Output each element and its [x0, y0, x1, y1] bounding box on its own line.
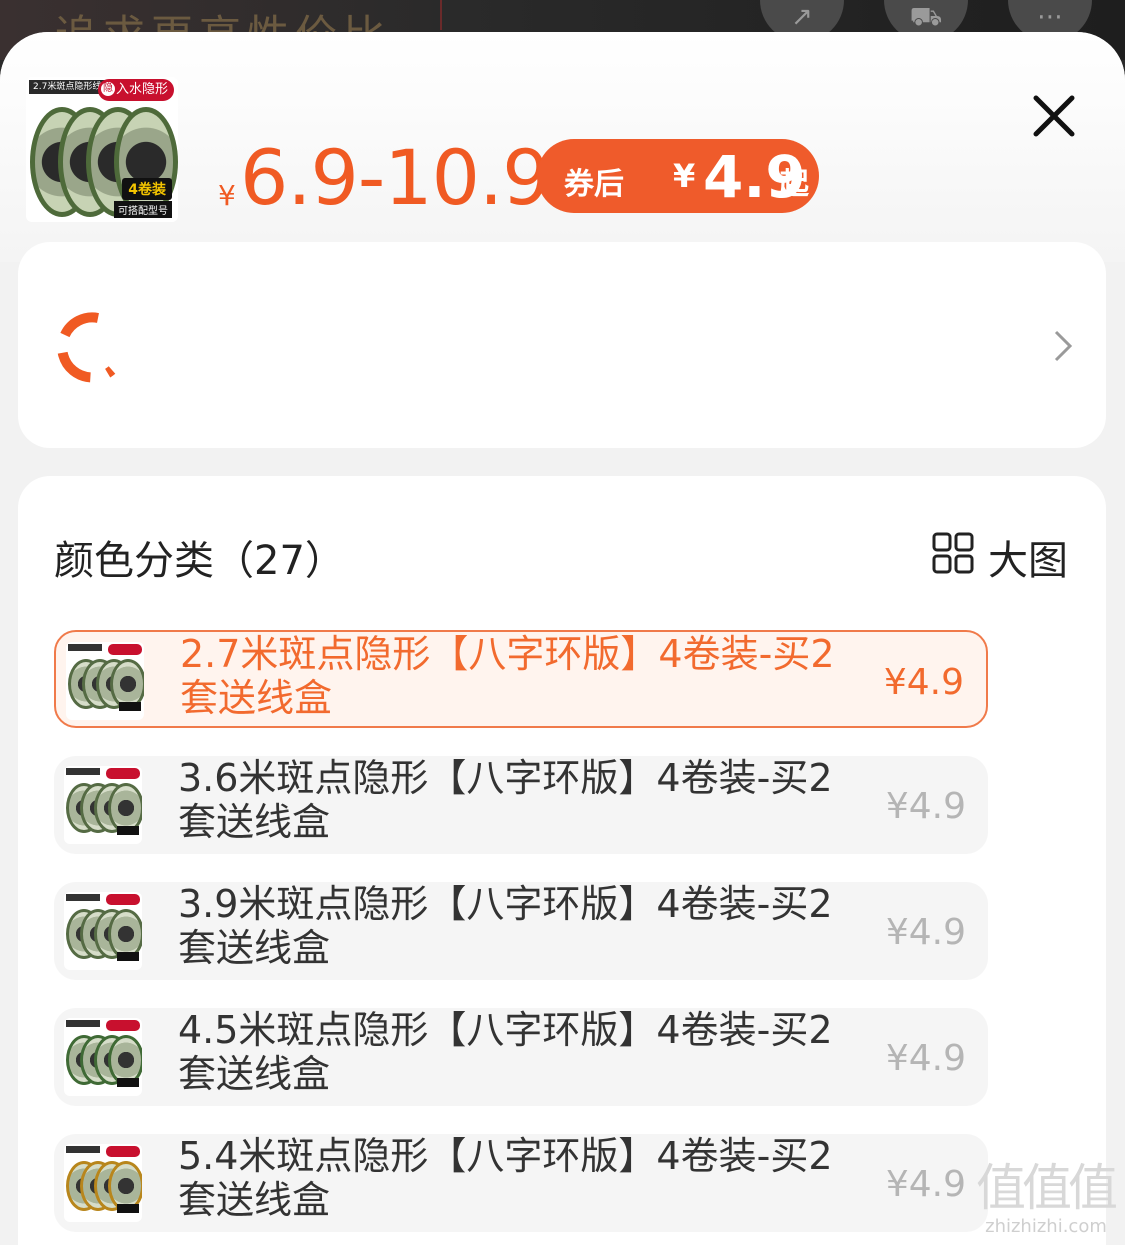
sku-card: 颜色分类（27） 大图 2.7米斑点隐形【八字环版】4卷装-买2套送线盒 ¥4.… [18, 476, 1106, 1245]
thumbnail-sub-badge: 可搭配型号 [114, 201, 172, 218]
thumbnail-tag: 隐入水隐形 [97, 79, 174, 101]
sku-option[interactable]: 4.5米斑点隐形【八字环版】4卷装-买2套送线盒 ¥4.9 [54, 1008, 988, 1106]
sku-section-title: 颜色分类（27） [54, 538, 345, 584]
coupon-price-badge: 券后 ¥ 4.9 起 [537, 139, 819, 213]
sku-option-name: 5.4米斑点隐形【八字环版】4卷装-买2套送线盒 [178, 1134, 833, 1222]
large-image-label: 大图 [988, 538, 1068, 584]
thumbnail-pack-badge: 4卷装 [122, 178, 172, 200]
watermark-logo: 值值值 [976, 1159, 1118, 1217]
sku-option[interactable]: 3.6米斑点隐形【八字环版】4卷装-买2套送线盒 ¥4.9 [54, 756, 988, 854]
sku-option-price: ¥4.9 [883, 662, 964, 703]
price-range: 6.9-10.9 [240, 133, 551, 222]
watermark-domain: zhizhizhi.com [985, 1216, 1107, 1237]
location-icon [57, 312, 116, 383]
sku-option-price: ¥4.9 [885, 912, 966, 953]
grid-view-icon [932, 532, 974, 574]
address-card[interactable] [18, 242, 1106, 448]
coupon-currency: ¥ [673, 157, 696, 195]
sku-option-price: ¥4.9 [885, 786, 966, 827]
watermark: 值值值 zhizhizhi.com [976, 1159, 1118, 1237]
sku-option-price: ¥4.9 [885, 1164, 966, 1205]
price-currency: ¥ [218, 179, 236, 212]
hide-tag-icon: 隐 [100, 82, 115, 96]
sku-option-thumbnail [64, 892, 142, 970]
sku-option[interactable]: 5.4米斑点隐形【八字环版】4卷装-买2套送线盒 ¥4.9 [54, 1134, 988, 1232]
sku-option[interactable]: 2.7米斑点隐形【八字环版】4卷装-买2套送线盒 ¥4.9 [54, 630, 988, 728]
sku-option-thumbnail [64, 766, 142, 844]
sku-option-thumbnail [64, 1018, 142, 1096]
sku-bottom-sheet: 2.7米斑点隐形线组 隐入水隐形 4卷装 可搭配型号 ¥ 6.9-10.9 券后… [0, 32, 1125, 1245]
sku-option-name: 3.6米斑点隐形【八字环版】4卷装-买2套送线盒 [178, 756, 833, 844]
sku-option-name: 2.7米斑点隐形【八字环版】4卷装-买2套送线盒 [180, 632, 835, 720]
sku-option-thumbnail [66, 642, 144, 720]
coupon-suffix: 起 [779, 167, 809, 202]
background-divider [440, 0, 442, 30]
chevron-right-icon [1054, 330, 1073, 362]
sku-option-thumbnail [64, 1144, 142, 1222]
close-icon[interactable] [1028, 90, 1080, 142]
sku-option-name: 3.9米斑点隐形【八字环版】4卷装-买2套送线盒 [178, 882, 833, 970]
sku-option-price: ¥4.9 [885, 1038, 966, 1079]
product-thumbnail[interactable]: 2.7米斑点隐形线组 隐入水隐形 4卷装 可搭配型号 [26, 77, 178, 222]
coupon-prefix: 券后 [564, 167, 624, 202]
sku-option[interactable]: 3.9米斑点隐形【八字环版】4卷装-买2套送线盒 ¥4.9 [54, 882, 988, 980]
sku-option-name: 4.5米斑点隐形【八字环版】4卷装-买2套送线盒 [178, 1008, 833, 1096]
